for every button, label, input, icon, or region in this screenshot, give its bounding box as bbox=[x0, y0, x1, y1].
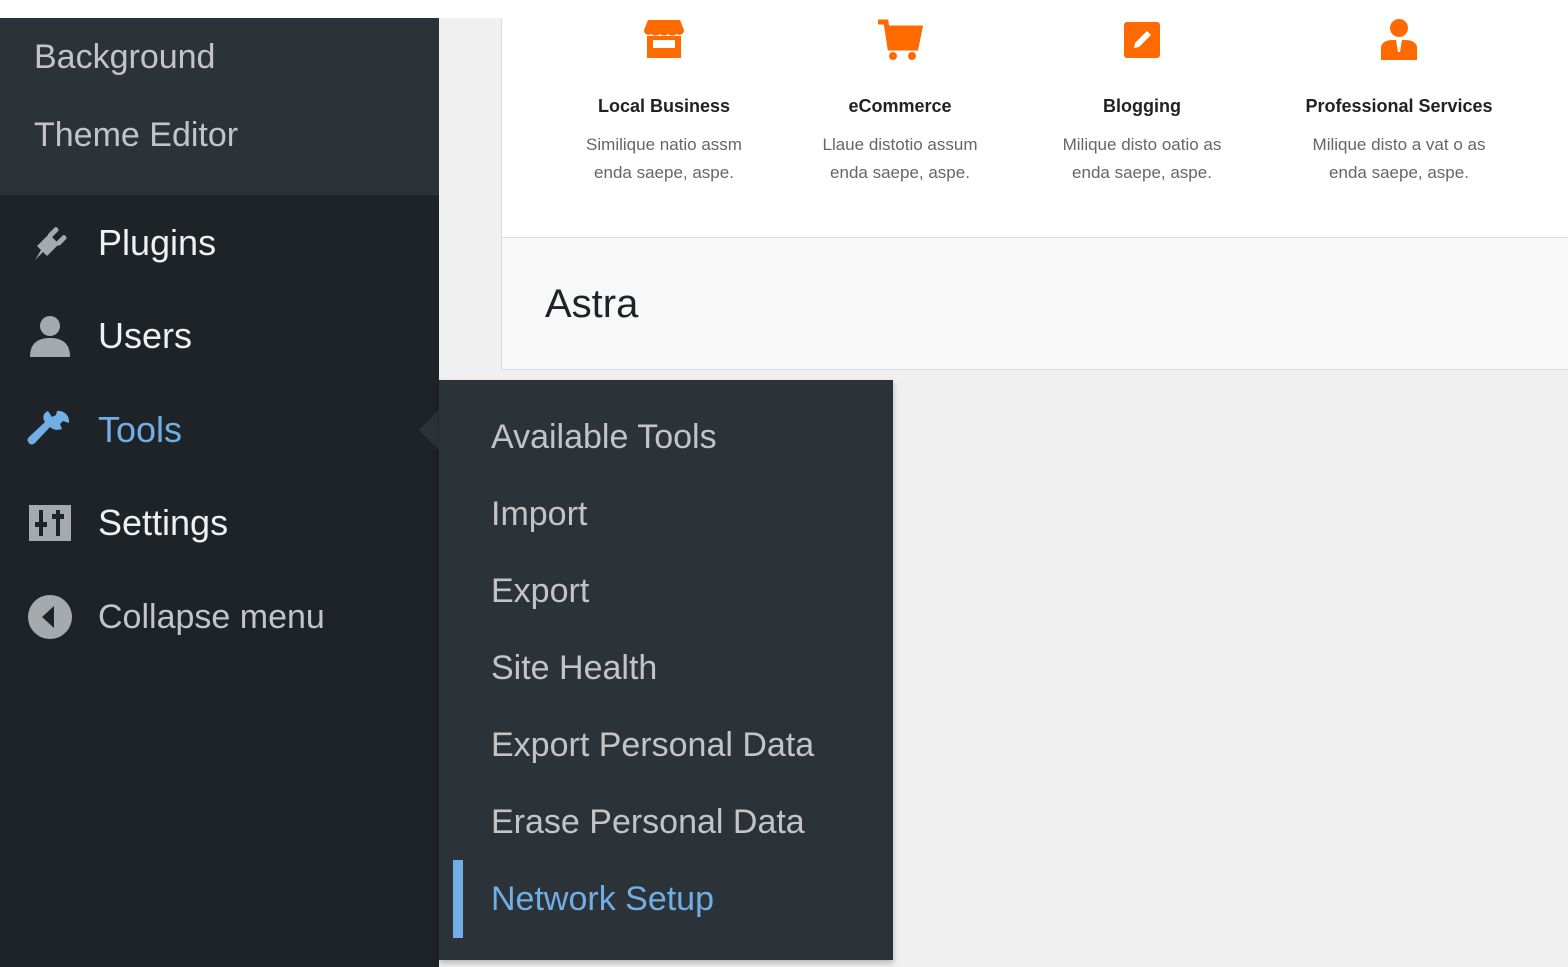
features-card: Local Business Similique natio assm enda … bbox=[501, 18, 1568, 238]
sidebar-item-label: Users bbox=[98, 315, 193, 356]
users-icon bbox=[26, 312, 74, 360]
admin-sidebar: Background Theme Editor Plugins Users To… bbox=[0, 18, 439, 967]
edit-icon bbox=[1124, 22, 1160, 58]
settings-icon bbox=[26, 499, 74, 547]
collapse-icon bbox=[26, 593, 74, 641]
feature-description: Milique disto a vat o as enda saepe, aspe… bbox=[1312, 135, 1486, 182]
feature-title: Local Business bbox=[597, 96, 731, 116]
flyout-item-network-setup[interactable]: Network Setup bbox=[491, 880, 714, 919]
flyout-item-export-personal-data[interactable]: Export Personal Data bbox=[491, 726, 814, 765]
sidebar-item-tools[interactable]: Tools bbox=[0, 390, 439, 470]
businessman-icon bbox=[1381, 19, 1417, 60]
active-menu-arrow bbox=[419, 410, 439, 450]
sidebar-item-label: Collapse menu bbox=[98, 597, 325, 636]
collapse-menu-button[interactable]: Collapse menu bbox=[0, 577, 439, 657]
submenu-item-background[interactable]: Background bbox=[34, 38, 215, 77]
feature-description: Llaue distotio assum enda saepe, aspe. bbox=[822, 135, 978, 182]
sidebar-item-label: Plugins bbox=[98, 222, 217, 263]
feature-ecommerce: eCommerce Llaue distotio assum enda saepe… bbox=[780, 18, 1020, 187]
top-strip bbox=[0, 0, 1568, 18]
sidebar-item-label: Tools bbox=[98, 409, 183, 450]
flyout-item-export[interactable]: Export bbox=[491, 572, 589, 611]
cart-icon bbox=[878, 19, 924, 60]
astra-panel: Astra bbox=[501, 238, 1568, 370]
sidebar-item-users[interactable]: Users bbox=[0, 296, 439, 376]
flyout-item-available-tools[interactable]: Available Tools bbox=[491, 418, 717, 457]
sidebar-item-plugins[interactable]: Plugins bbox=[0, 203, 439, 283]
flyout-item-erase-personal-data[interactable]: Erase Personal Data bbox=[491, 803, 805, 842]
feature-title: Professional Services bbox=[1305, 96, 1493, 116]
appearance-submenu: Background Theme Editor bbox=[0, 18, 439, 195]
tools-icon bbox=[26, 406, 74, 454]
feature-professional-services: Professional Services Milique disto a va… bbox=[1279, 18, 1519, 187]
panel-title: Astra bbox=[545, 282, 639, 326]
feature-description: Milique disto oatio as enda saepe, aspe. bbox=[1062, 135, 1222, 182]
plugins-icon bbox=[26, 219, 74, 267]
flyout-item-import[interactable]: Import bbox=[491, 495, 587, 534]
flyout-item-site-health[interactable]: Site Health bbox=[491, 649, 657, 688]
sidebar-item-label: Settings bbox=[98, 502, 229, 543]
feature-local-business: Local Business Similique natio assm enda … bbox=[544, 18, 784, 187]
feature-title: Blogging bbox=[1103, 96, 1181, 116]
feature-title: eCommerce bbox=[848, 96, 952, 116]
tools-flyout-submenu: Available Tools Import Export Site Healt… bbox=[439, 380, 893, 960]
feature-description: Similique natio assm enda saepe, aspe. bbox=[586, 135, 742, 182]
sidebar-item-settings[interactable]: Settings bbox=[0, 483, 439, 563]
submenu-item-theme-editor[interactable]: Theme Editor bbox=[34, 116, 238, 155]
store-icon bbox=[644, 20, 684, 58]
current-item-indicator bbox=[453, 860, 463, 938]
feature-blogging: Blogging Milique disto oatio as enda saep… bbox=[1022, 18, 1262, 187]
